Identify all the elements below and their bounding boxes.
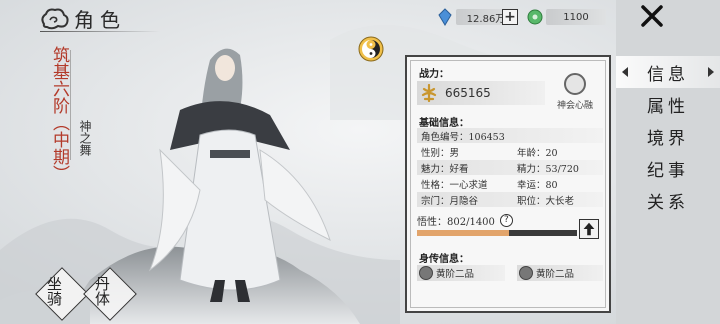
tab-relations[interactable]: 关系 bbox=[616, 184, 720, 216]
character-portrait[interactable] bbox=[140, 40, 340, 310]
energy: 精力：53/720 bbox=[517, 163, 579, 175]
cultivation-rank: 筑基六阶（中期） bbox=[49, 46, 69, 182]
info-panel: 战力： 665165 神会心融 基础信息： 角色编号：106453 性别：男 年… bbox=[405, 55, 611, 313]
skill-book-icon bbox=[519, 266, 533, 280]
charm: 魅力：好看 bbox=[421, 163, 469, 175]
elixir-body-label: 丹体 bbox=[93, 276, 111, 306]
upgrade-arrow-icon[interactable] bbox=[579, 219, 599, 239]
tab-label: 关系 bbox=[647, 192, 689, 213]
tab-chronicle[interactable]: 纪事 bbox=[616, 152, 720, 184]
gender: 性别：男 bbox=[421, 147, 460, 159]
comprehension-bar-fill bbox=[417, 230, 509, 236]
mount-button[interactable]: 坐骑 bbox=[35, 267, 89, 321]
character-epithet: 神之舞 bbox=[78, 120, 92, 156]
title-divider bbox=[40, 31, 160, 32]
elixir-body-button[interactable]: 丹体 bbox=[83, 267, 137, 321]
personality: 性格：一心求道 bbox=[421, 179, 488, 191]
heart-fusion-icon bbox=[564, 73, 586, 95]
tab-label: 纪事 bbox=[647, 160, 689, 181]
sidebar-nav: 信息 属性 境界 纪事 关系 bbox=[616, 56, 720, 216]
skill-book-icon bbox=[419, 266, 433, 280]
tab-label: 信息 bbox=[647, 64, 689, 85]
mount-label: 坐骑 bbox=[45, 276, 63, 306]
basic-info-label: 基础信息： bbox=[419, 118, 469, 129]
tab-label: 属性 bbox=[647, 96, 689, 117]
arrow-left-icon bbox=[622, 67, 628, 77]
skill-grade: 黄阶二品 bbox=[436, 269, 475, 280]
jade-currency: 1100 bbox=[526, 8, 606, 26]
tab-realm[interactable]: 境界 bbox=[616, 120, 720, 152]
help-icon[interactable]: ? bbox=[499, 214, 513, 227]
info-row: 性别：男 年龄：20 bbox=[417, 144, 603, 159]
position: 职位：大长老 bbox=[517, 195, 575, 207]
tab-attributes[interactable]: 属性 bbox=[616, 88, 720, 120]
comprehension-row: 悟性：802/1400 ? bbox=[417, 213, 513, 228]
jade-amount: 1100 bbox=[546, 9, 606, 25]
add-currency-button[interactable]: + bbox=[502, 9, 518, 25]
power-row: 665165 bbox=[417, 81, 545, 105]
spirit-stone-icon bbox=[438, 8, 452, 26]
info-row: 宗门：月隐谷 职位：大长老 bbox=[417, 192, 603, 207]
age: 年龄：20 bbox=[517, 147, 558, 159]
heart-fusion-badge[interactable]: 神会心融 bbox=[550, 73, 600, 115]
info-row: 角色编号：106453 bbox=[417, 128, 603, 143]
jade-icon bbox=[527, 9, 543, 25]
skill-item[interactable]: 黄阶二品 bbox=[517, 265, 603, 281]
comprehension-bar bbox=[417, 230, 577, 236]
tab-info[interactable]: 信息 bbox=[616, 56, 720, 88]
close-icon[interactable] bbox=[640, 4, 664, 28]
cloud-emblem-icon bbox=[41, 8, 69, 29]
power-label: 战力： bbox=[419, 69, 449, 80]
tab-label: 境界 bbox=[647, 128, 689, 149]
rank-divider bbox=[70, 50, 71, 160]
arrow-right-icon bbox=[708, 67, 714, 77]
skill-item[interactable]: 黄阶二品 bbox=[417, 265, 505, 281]
role-id: 角色编号：106453 bbox=[421, 131, 505, 143]
page-header: 角色 bbox=[38, 4, 126, 33]
comprehension-label: 悟性：802/1400 bbox=[417, 217, 495, 228]
combat-power-icon bbox=[421, 84, 437, 102]
luck: 幸运：80 bbox=[517, 179, 558, 191]
skill-info-label: 身传信息： bbox=[419, 254, 469, 265]
skill-grade: 黄阶二品 bbox=[536, 269, 575, 280]
page-title: 角色 bbox=[74, 8, 126, 32]
sect: 宗门：月隐谷 bbox=[421, 195, 479, 207]
power-value: 665165 bbox=[445, 86, 491, 100]
info-row: 魅力：好看 精力：53/720 bbox=[417, 160, 603, 175]
info-row: 性格：一心求道 幸运：80 bbox=[417, 176, 603, 191]
yin-yang-icon[interactable] bbox=[358, 36, 384, 62]
heart-fusion-caption: 神会心融 bbox=[556, 101, 593, 111]
